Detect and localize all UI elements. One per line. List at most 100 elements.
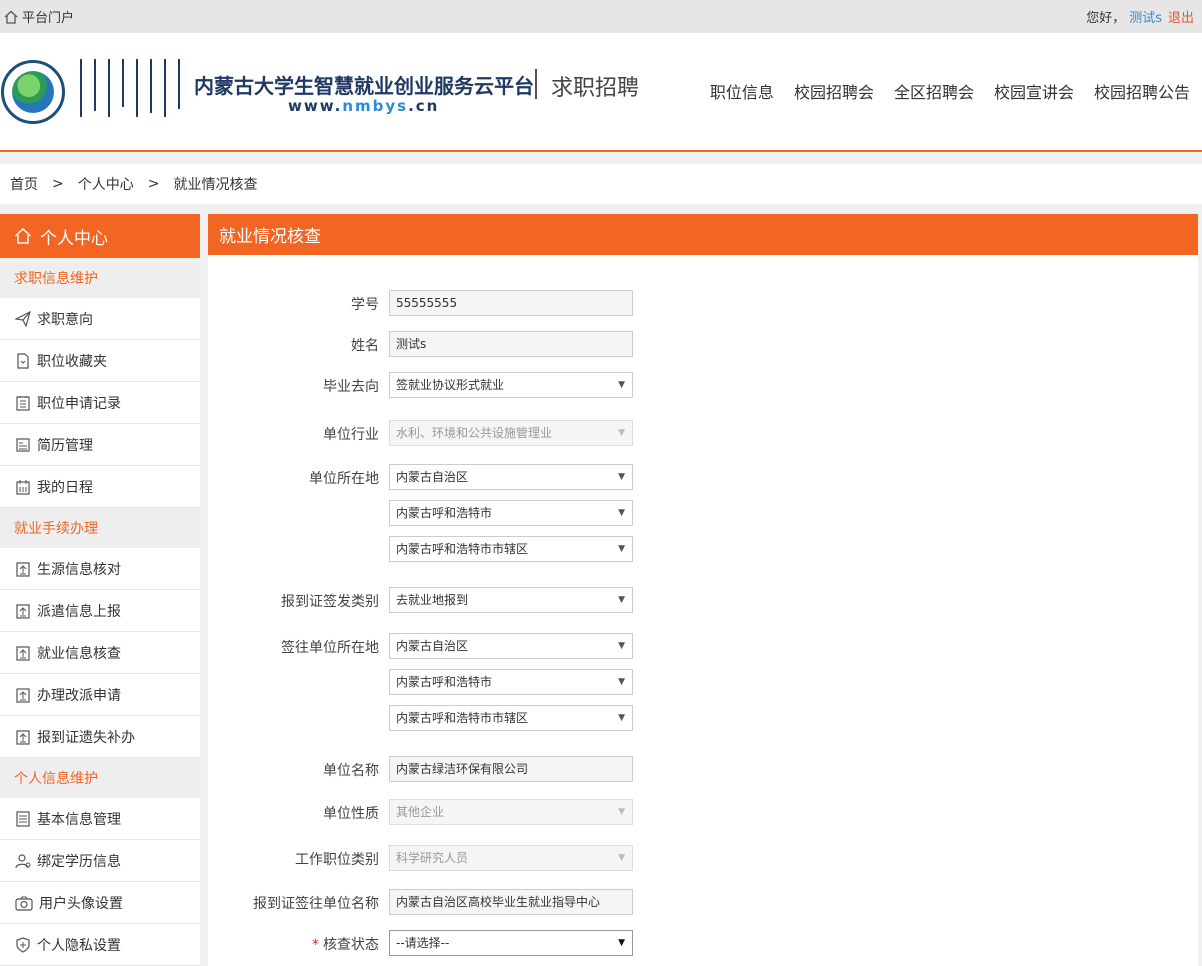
page-title: 就业情况核查 (208, 214, 1198, 255)
sign-province-select[interactable]: 内蒙古自治区 ▼ (389, 633, 633, 659)
caret-down-icon: ▼ (618, 938, 625, 948)
document-lines-icon (16, 810, 30, 827)
job-category-select: 科学研究人员 ▼ (389, 845, 633, 871)
field-label: 工作职位类别 (295, 852, 379, 868)
mongolian-script-logo (76, 59, 188, 121)
list-document-icon (16, 395, 30, 411)
breadcrumb: 首页 > 个人中心 > 就业情况核查 (0, 164, 1202, 204)
status-select[interactable]: --请选择-- ▼ (389, 930, 633, 956)
form-row-sign-city: 内蒙古呼和浩特市 ▼ (208, 669, 1198, 695)
field-label: 单位所在地 (309, 471, 379, 487)
field-label: 签往单位所在地 (281, 640, 379, 656)
required-mark: * (312, 937, 319, 953)
caret-down-icon: ▼ (618, 853, 625, 863)
field-label: 单位行业 (323, 427, 379, 443)
sidebar-group-procedures: 就业手续办理 (0, 508, 200, 548)
form-row-location-city: 内蒙古呼和浩特市 ▼ (208, 500, 1198, 526)
cert-type-select[interactable]: 去就业地报到 ▼ (389, 587, 633, 613)
unit-name-field[interactable]: 内蒙古绿洁环保有限公司 (389, 756, 633, 782)
breadcrumb-personal-center[interactable]: 个人中心 (78, 174, 134, 194)
greeting-text: 您好， (1086, 11, 1126, 26)
caret-down-icon: ▼ (618, 807, 625, 817)
sidebar-group-personal-info: 个人信息维护 (0, 758, 200, 798)
shield-icon (16, 936, 30, 953)
caret-down-icon: ▼ (618, 508, 625, 518)
caret-down-icon: ▼ (618, 380, 625, 390)
sidebar-item-lost-cert[interactable]: 报到证遗失补办 (0, 716, 200, 758)
resume-icon (16, 437, 30, 452)
caret-down-icon: ▼ (618, 677, 625, 687)
sign-city-select[interactable]: 内蒙古呼和浩特市 ▼ (389, 669, 633, 695)
caret-down-icon: ▼ (618, 472, 625, 482)
sidebar-item-source-check[interactable]: 生源信息核对 (0, 548, 200, 590)
sidebar-item-redispatch[interactable]: 办理改派申请 (0, 674, 200, 716)
destination-select[interactable]: 签就业协议形式就业 ▼ (389, 372, 633, 398)
caret-down-icon: ▼ (618, 544, 625, 554)
breadcrumb-separator: > (147, 176, 160, 192)
sidebar-item-privacy[interactable]: 个人隐私设置 (0, 924, 200, 966)
form-row-cert-type: 报到证签发类别 去就业地报到 ▼ (208, 587, 1198, 613)
home-icon (15, 228, 31, 244)
breadcrumb-home[interactable]: 首页 (10, 174, 38, 194)
site-header: 内蒙古大学生智慧就业创业服务云平台 www.nmbys.cn 求职招聘 职位信息… (0, 33, 1202, 152)
cert-unit-name-field[interactable]: 内蒙古自治区高校毕业生就业指导中心 (389, 889, 633, 915)
nav-regional-fair[interactable]: 全区招聘会 (894, 79, 974, 103)
sidebar-item-resume[interactable]: 简历管理 (0, 424, 200, 466)
form-row-unit-nature: 单位性质 其他企业 ▼ (208, 799, 1198, 825)
form-row-location-district: 内蒙古呼和浩特市市辖区 ▼ (208, 536, 1198, 562)
name-field: 测试s (389, 331, 633, 357)
site-logo[interactable] (1, 60, 65, 124)
unit-nature-select: 其他企业 ▼ (389, 799, 633, 825)
field-label: 单位性质 (323, 806, 379, 822)
industry-select: 水利、环境和公共设施管理业 ▼ (389, 420, 633, 446)
form-row-location: 单位所在地 内蒙古自治区 ▼ (208, 464, 1198, 490)
sidebar-group-job-info: 求职信息维护 (0, 258, 200, 298)
location-province-select[interactable]: 内蒙古自治区 ▼ (389, 464, 633, 490)
sign-district-select[interactable]: 内蒙古呼和浩特市市辖区 ▼ (389, 705, 633, 731)
upload-icon (16, 645, 30, 661)
sidebar-item-employment-check[interactable]: 就业信息核查 (0, 632, 200, 674)
sidebar-item-dispatch-report[interactable]: 派遣信息上报 (0, 590, 200, 632)
main-nav: 职位信息 校园招聘会 全区招聘会 校园宣讲会 校园招聘公告 (690, 79, 1190, 103)
logout-link[interactable]: 退出 (1168, 11, 1194, 26)
upload-icon (16, 687, 30, 703)
upload-icon (16, 603, 30, 619)
nav-campus-fair[interactable]: 校园招聘会 (794, 79, 874, 103)
username-link[interactable]: 测试s (1129, 11, 1162, 26)
sidebar-item-applications[interactable]: 职位申请记录 (0, 382, 200, 424)
location-district-select[interactable]: 内蒙古呼和浩特市市辖区 ▼ (389, 536, 633, 562)
form-row-cert-unit-name: 报到证签往单位名称 内蒙古自治区高校毕业生就业指导中心 (208, 889, 1198, 915)
form-row-job-category: 工作职位类别 科学研究人员 ▼ (208, 845, 1198, 871)
field-label: 学号 (351, 297, 379, 313)
sidebar-item-basic-info[interactable]: 基本信息管理 (0, 798, 200, 840)
sidebar-item-schedule[interactable]: 我的日程 (0, 466, 200, 508)
sidebar-item-avatar[interactable]: 用户头像设置 (0, 882, 200, 924)
user-link-icon (15, 853, 31, 868)
caret-down-icon: ▼ (618, 428, 625, 438)
title-divider (535, 69, 537, 99)
location-city-select[interactable]: 内蒙古呼和浩特市 ▼ (389, 500, 633, 526)
sidebar-item-favorites[interactable]: 职位收藏夹 (0, 340, 200, 382)
field-label: 姓名 (351, 338, 379, 354)
field-label: 单位名称 (323, 763, 379, 779)
nav-job-info[interactable]: 职位信息 (710, 79, 774, 103)
bookmark-file-icon (17, 352, 29, 369)
sidebar-item-job-intention[interactable]: 求职意向 (0, 298, 200, 340)
form-row-industry: 单位行业 水利、环境和公共设施管理业 ▼ (208, 420, 1198, 446)
site-url: www.nmbys.cn (288, 97, 440, 115)
sidebar-item-bind-education[interactable]: 绑定学历信息 (0, 840, 200, 882)
caret-down-icon: ▼ (618, 713, 625, 723)
sidebar-title: 个人中心 (40, 228, 108, 249)
form-row-sign-location: 签往单位所在地 内蒙古自治区 ▼ (208, 633, 1198, 659)
form-row-unit-name: 单位名称 内蒙古绿洁环保有限公司 (208, 756, 1198, 782)
site-title: 内蒙古大学生智慧就业创业服务云平台 (194, 74, 534, 98)
portal-link[interactable]: 平台门户 (4, 7, 74, 26)
field-label: 报到证签发类别 (281, 594, 379, 610)
breadcrumb-current: 就业情况核查 (173, 177, 258, 193)
nav-campus-notice[interactable]: 校园招聘公告 (1094, 79, 1190, 103)
upload-icon (16, 561, 30, 577)
nav-campus-talk[interactable]: 校园宣讲会 (994, 79, 1074, 103)
caret-down-icon: ▼ (618, 641, 625, 651)
portal-label: 平台门户 (22, 11, 75, 26)
calendar-icon (16, 479, 30, 495)
